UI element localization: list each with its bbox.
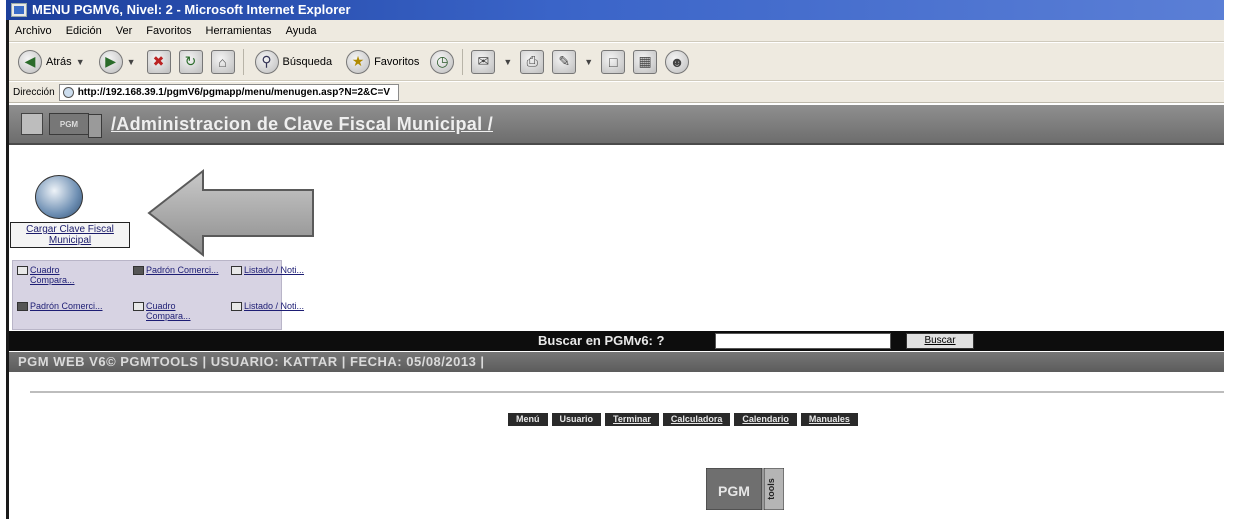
- favorites-label: Favoritos: [374, 55, 420, 68]
- module-link-cargar-clave[interactable]: Cargar Clave Fiscal Municipal: [10, 222, 130, 248]
- chevron-down-icon[interactable]: ▼: [503, 57, 512, 67]
- menu-item-favoritos[interactable]: Favoritos: [146, 25, 191, 37]
- divider: [30, 391, 1224, 393]
- edit-icon[interactable]: ✎: [552, 49, 577, 74]
- nav-calculadora-button[interactable]: Calculadora: [662, 413, 731, 426]
- window-title-bar: MENU PGMV6, Nivel: 2 - Microsoft Interne…: [6, 0, 1224, 20]
- research-icon[interactable]: ▦: [633, 49, 658, 74]
- nav-menu-button[interactable]: Menú: [508, 413, 548, 426]
- mail-icon[interactable]: ✉: [471, 49, 496, 74]
- nav-manuales-button[interactable]: Manuales: [800, 413, 858, 426]
- pgm-logo-small-text: PGM: [59, 119, 79, 129]
- doc-icon: [17, 266, 28, 275]
- address-input[interactable]: http://192.168.39.1/pgmV6/pgmapp/menu/me…: [58, 83, 399, 101]
- table-icon: [17, 302, 28, 311]
- page-icon: [62, 86, 74, 98]
- pgm-logo-small: PGM: [49, 113, 102, 138]
- shortcut-cuadro-compara[interactable]: Cuadro Compara...: [133, 301, 233, 321]
- menu-item-edicion[interactable]: Edición: [66, 25, 102, 37]
- search-submit-button[interactable]: Buscar: [906, 333, 974, 349]
- shortcut-label: Padrón Comerci...: [146, 265, 219, 275]
- page-title[interactable]: /Administracion de Clave Fiscal Municipa…: [111, 114, 493, 135]
- window-title: MENU PGMV6, Nivel: 2 - Microsoft Interne…: [32, 2, 351, 17]
- pgm-tools-logo: PGM tools: [706, 468, 784, 510]
- menu-item-ver[interactable]: Ver: [116, 25, 133, 37]
- address-bar: Dirección http://192.168.39.1/pgmV6/pgma…: [9, 82, 1224, 103]
- doc-icon: [133, 302, 144, 311]
- app-header: PGM /Administracion de Clave Fiscal Muni…: [9, 105, 1224, 145]
- nav-calendario-button[interactable]: Calendario: [734, 413, 797, 426]
- menu-item-herramientas[interactable]: Herramientas: [206, 25, 272, 37]
- back-arrow-icon: ◀: [18, 49, 42, 74]
- chevron-down-icon[interactable]: ▼: [76, 57, 85, 67]
- chevron-down-icon[interactable]: ▼: [584, 57, 593, 67]
- forward-button[interactable]: ▶ ▼: [96, 47, 139, 77]
- shortcut-grid: Cuadro Compara... Padrón Comerci... List…: [12, 260, 304, 330]
- shortcut-label: Cuadro Compara...: [146, 301, 191, 321]
- doc-icon: [231, 266, 242, 275]
- menu-item-ayuda[interactable]: Ayuda: [286, 25, 317, 37]
- shortcut-cuadro-compara[interactable]: Cuadro Compara...: [17, 265, 117, 285]
- shortcut-label: Padrón Comerci...: [30, 301, 103, 311]
- stop-icon[interactable]: ✖: [146, 49, 171, 74]
- toolbar-separator: [462, 48, 464, 75]
- shortcut-label: Listado / Noti...: [244, 265, 305, 275]
- menu-bar: Archivo Edición Ver Favoritos Herramient…: [9, 20, 1224, 42]
- home-icon[interactable]: ⌂: [210, 49, 235, 74]
- nav-usuario-button[interactable]: Usuario: [551, 413, 602, 426]
- forward-arrow-icon: ▶: [98, 49, 123, 74]
- status-text: PGM WEB V6© PGMTOOLS | USUARIO: KATTAR |…: [18, 354, 485, 369]
- search-icon: ⚲: [254, 49, 279, 74]
- browser-toolbar: ◀ Atrás ▼ ▶ ▼ ✖ ↻ ⌂ ⚲ Búsqueda ★ Favorit…: [9, 43, 1224, 81]
- ie-window-icon: [11, 3, 27, 17]
- search-input[interactable]: [715, 333, 891, 349]
- messenger-icon[interactable]: ☻: [665, 49, 690, 74]
- table-icon: [133, 266, 144, 275]
- chevron-down-icon[interactable]: ▼: [127, 57, 136, 67]
- shortcut-padron-comercio[interactable]: Padrón Comerci...: [17, 301, 143, 311]
- shortcut-label: Cuadro Compara...: [30, 265, 75, 285]
- discuss-icon[interactable]: □: [601, 49, 626, 74]
- search-label: Buscar en PGMv6: ?: [538, 333, 665, 348]
- back-icon[interactable]: [21, 113, 43, 135]
- shortcut-listado-noti[interactable]: Listado / Noti...: [231, 301, 311, 311]
- favorites-button[interactable]: ★ Favoritos: [343, 47, 422, 77]
- shortcut-listado-noti[interactable]: Listado / Noti...: [231, 265, 311, 275]
- pointer-arrow-icon: [147, 168, 314, 258]
- menu-item-archivo[interactable]: Archivo: [15, 25, 52, 37]
- back-button[interactable]: ◀ Atrás ▼: [15, 47, 88, 77]
- footer-nav: Menú Usuario Terminar Calculadora Calend…: [508, 413, 858, 426]
- globe-icon[interactable]: [35, 175, 83, 219]
- logo-side-text: tools: [766, 478, 776, 500]
- toolbar-separator: [242, 48, 244, 75]
- shortcut-label: Listado / Noti...: [244, 301, 305, 311]
- address-label: Dirección: [13, 86, 55, 98]
- back-label: Atrás: [46, 55, 72, 68]
- star-icon: ★: [346, 49, 371, 74]
- history-icon[interactable]: ◷: [430, 49, 455, 74]
- logo-text: PGM: [718, 483, 750, 499]
- address-url: http://192.168.39.1/pgmV6/pgmapp/menu/me…: [77, 86, 390, 98]
- nav-terminar-button[interactable]: Terminar: [605, 413, 659, 426]
- doc-icon: [231, 302, 242, 311]
- refresh-icon[interactable]: ↻: [178, 49, 203, 74]
- search-label: Búsqueda: [282, 55, 333, 68]
- search-button[interactable]: ⚲ Búsqueda: [252, 47, 336, 77]
- print-icon[interactable]: ⎙: [520, 49, 545, 74]
